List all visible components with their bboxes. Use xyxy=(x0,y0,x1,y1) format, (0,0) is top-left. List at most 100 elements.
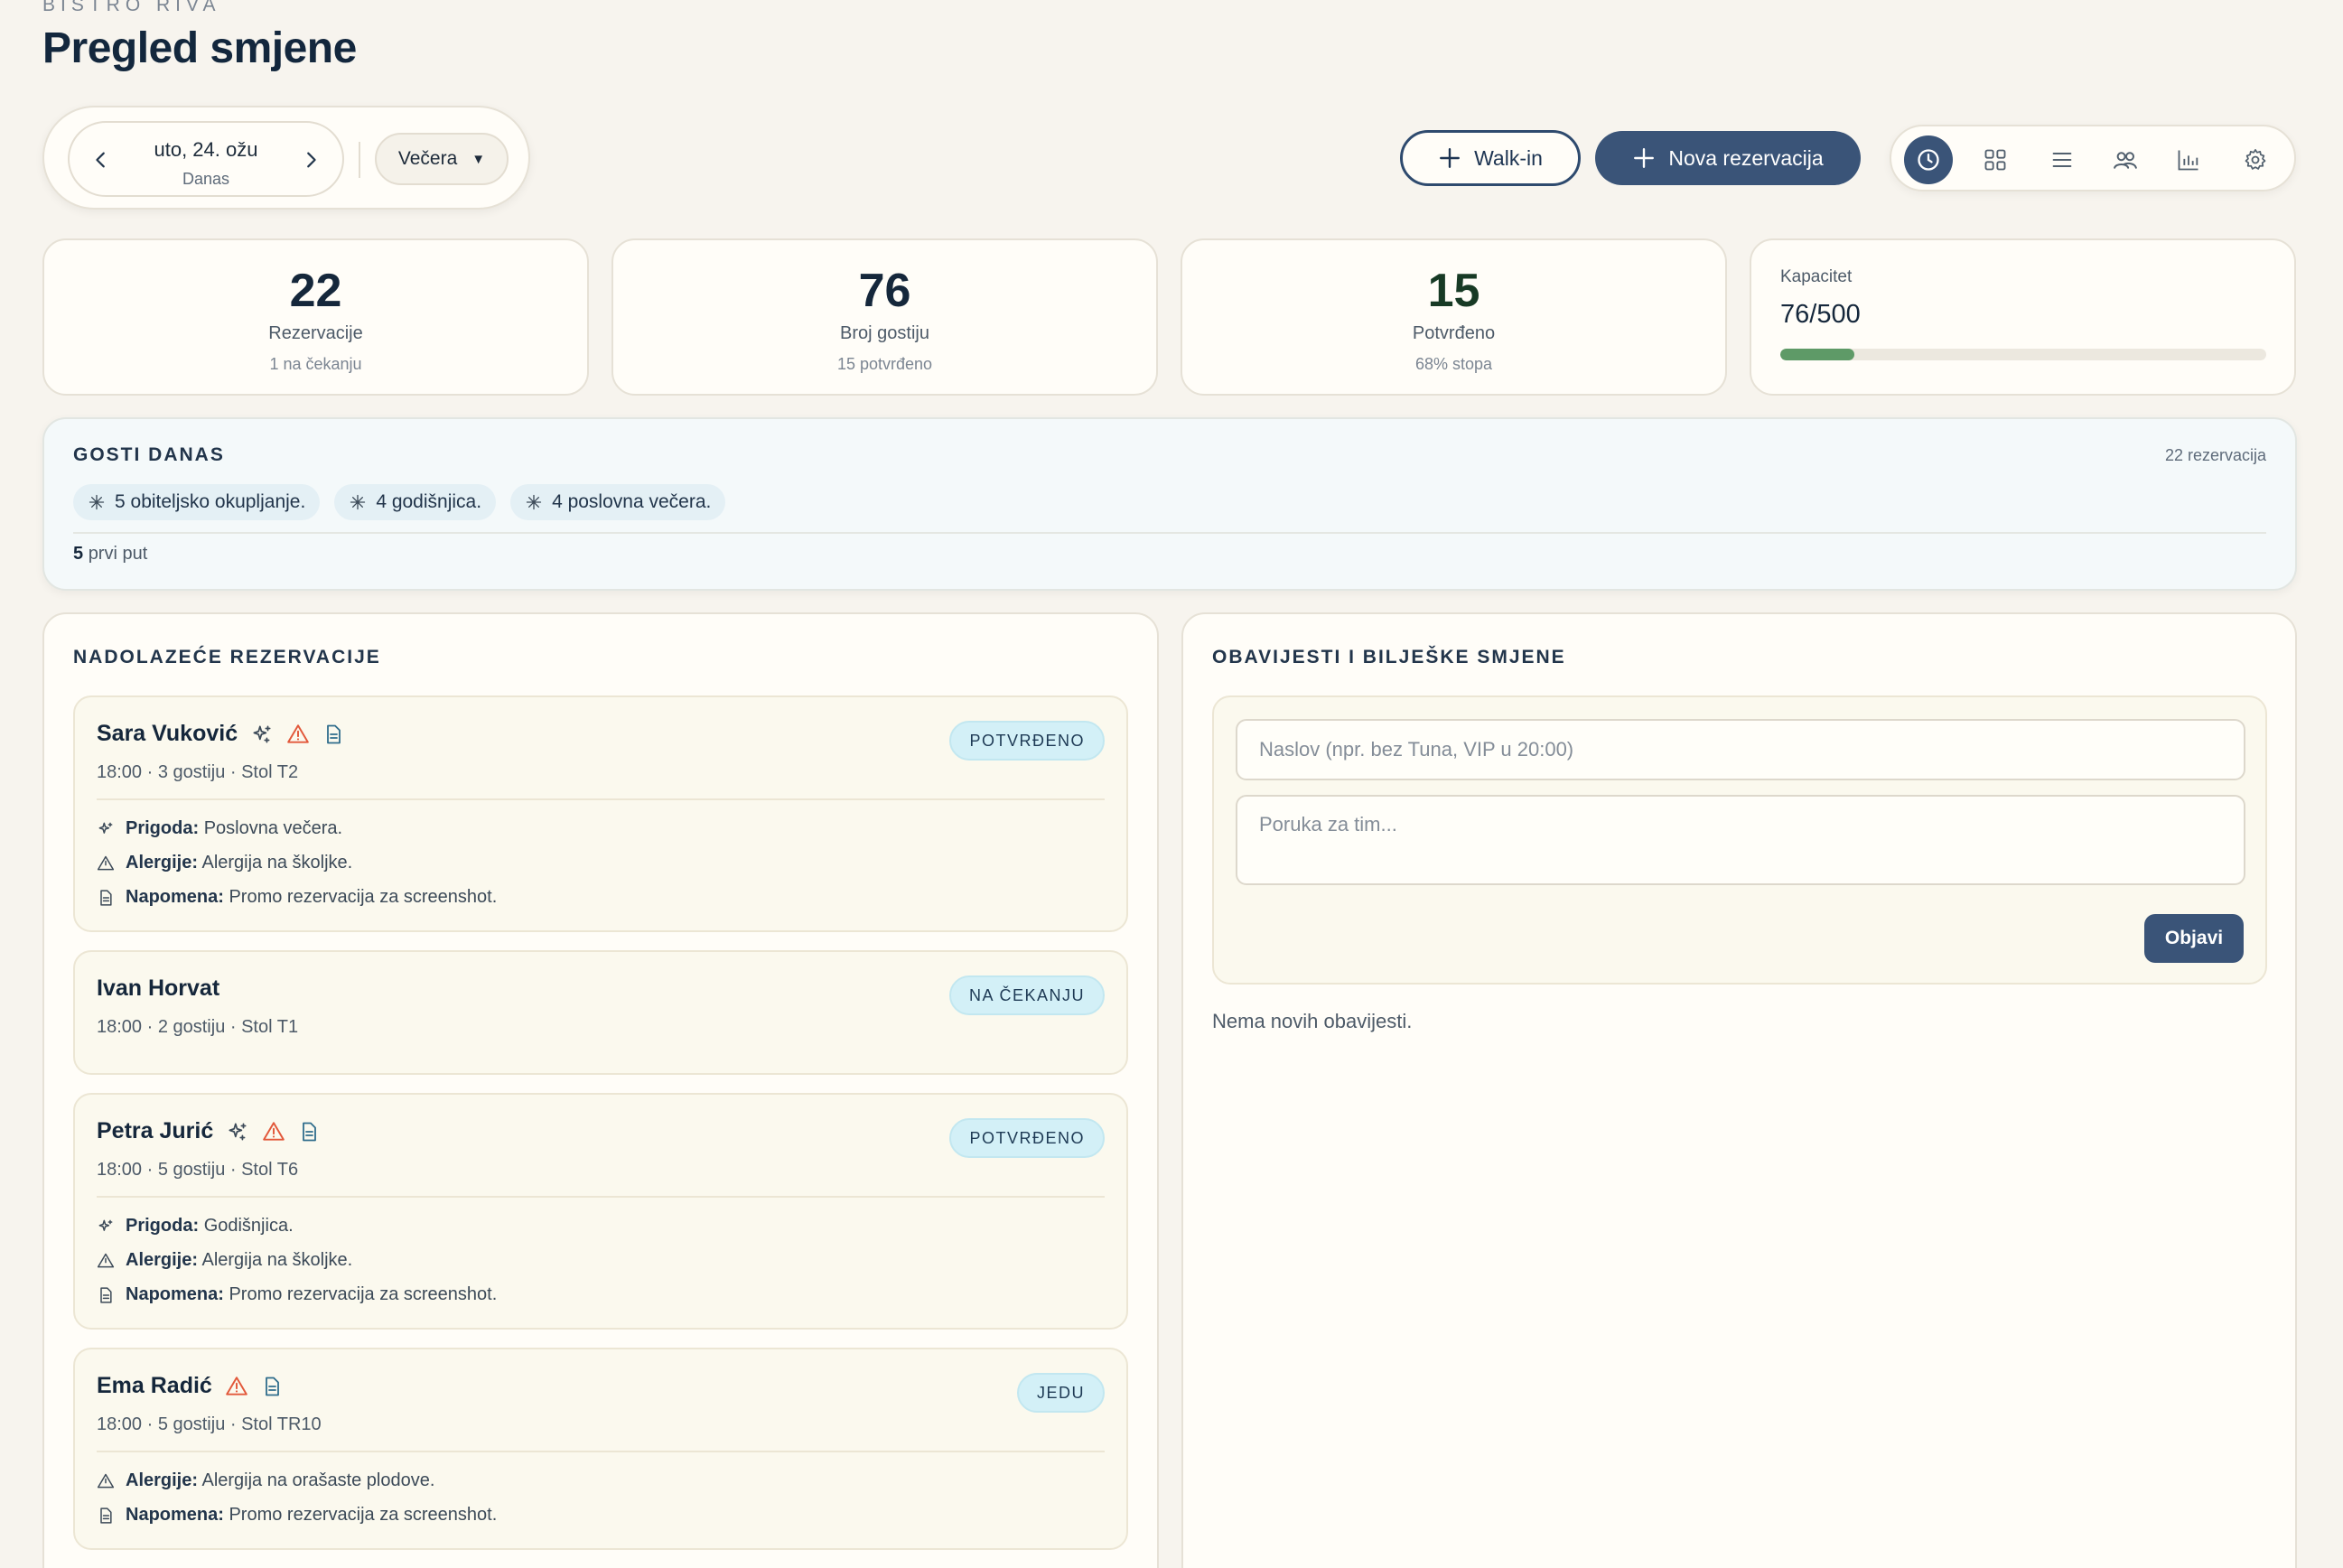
guests-today-panel: GOSTI DANAS 22 rezervacija 5 obiteljsko … xyxy=(42,417,2297,591)
status-badge: POTVRĐENO xyxy=(949,721,1105,761)
occasion-chip-label: 5 obiteljsko okupljanje. xyxy=(115,491,306,512)
date-picker[interactable]: uto, 24. ožu Danas xyxy=(68,121,344,197)
detail-label: Napomena: xyxy=(126,887,224,907)
plus-icon xyxy=(1440,148,1461,168)
empty-notes-message: Nema novih obavijesti. xyxy=(1212,1010,1413,1032)
users-icon xyxy=(2114,152,2137,169)
occasion-chip[interactable]: 5 obiteljsko okupljanje. xyxy=(73,484,321,520)
first-time-guests: 5 prvi put xyxy=(73,544,147,565)
sparkles-icon xyxy=(98,1219,113,1231)
walk-in-button[interactable]: Walk-in xyxy=(1400,130,1581,186)
plus-icon xyxy=(1634,148,1655,168)
confirmed-rate: 68% stopa xyxy=(1414,355,1493,373)
shift-select-value: Večera xyxy=(397,148,458,169)
sparkles-icon xyxy=(98,822,113,834)
occasion-chips: 5 obiteljsko okupljanje. 4 godišnjica. 4… xyxy=(73,484,726,520)
new-reservation-button[interactable]: Nova rezervacija xyxy=(1595,131,1861,185)
guests-today-count: 22 rezervacija xyxy=(2164,446,2266,464)
timeline-view-button[interactable] xyxy=(1904,135,1953,184)
brand-name: BISTRO RIVA xyxy=(42,0,221,15)
status-badge: POTVRĐENO xyxy=(949,1118,1105,1158)
reservation-card[interactable]: Sara Vuković 18:00 · 3 gostiju · Stol T2… xyxy=(73,695,1128,932)
reservations-count: 22 xyxy=(289,265,342,317)
caret-down-icon: ▼ xyxy=(471,151,486,167)
reservation-card[interactable]: Ivan Horvat 18:00 · 2 gostiju · Stol T1 … xyxy=(73,950,1128,1075)
settings-button[interactable] xyxy=(2231,135,2280,184)
note-detail: Napomena: Promo rezervacija za screensho… xyxy=(97,1505,497,1526)
gear-icon xyxy=(2245,149,2266,170)
post-note-button[interactable]: Objavi xyxy=(2144,914,2244,963)
sparkle-icon xyxy=(526,494,542,510)
reservation-card[interactable]: Petra Jurić 18:00 · 5 gostiju · Stol T6 … xyxy=(73,1093,1128,1330)
confirmed-stat-card: 15 Potvrđeno 68% stopa xyxy=(1181,238,1727,396)
list-view-button[interactable] xyxy=(2038,135,2086,184)
occasion-chip[interactable]: 4 poslovna večera. xyxy=(510,484,726,520)
shift-notes-panel: OBAVIJESTI I BILJEŠKE SMJENE Objavi Nema… xyxy=(1181,612,2297,1568)
guests-confirmed: 15 potvrđeno xyxy=(836,355,933,373)
occasion-chip[interactable]: 4 godišnjica. xyxy=(334,484,497,520)
reports-view-button[interactable] xyxy=(2164,135,2213,184)
upcoming-reservations-panel: NADOLAZEĆE REZERVACIJE Sara Vuković 18:0… xyxy=(42,612,1159,1568)
occasion-chip-label: 4 poslovna večera. xyxy=(552,491,712,512)
guests-view-button[interactable] xyxy=(2101,135,2150,184)
note-title-input[interactable] xyxy=(1236,719,2245,780)
warning-icon xyxy=(97,1473,115,1488)
floor-plan-view-button[interactable] xyxy=(1971,135,2020,184)
walk-in-label: Walk-in xyxy=(1474,145,1543,170)
guest-name: Ema Radić xyxy=(97,1373,212,1398)
note-icon xyxy=(100,1286,112,1303)
bar-chart-icon xyxy=(2178,150,2198,171)
divider xyxy=(97,1196,1105,1198)
note-icon xyxy=(265,1377,279,1395)
reservation-meta: 18:00 · 5 gostiju · Stol TR10 xyxy=(97,1414,322,1434)
divider xyxy=(359,142,360,178)
reservation-card[interactable]: Ema Radić 18:00 · 5 gostiju · Stol TR10 … xyxy=(73,1348,1128,1550)
confirmed-label: Potvrđeno xyxy=(1412,323,1496,343)
note-icon xyxy=(303,1122,317,1141)
list-icon xyxy=(2052,152,2072,168)
note-icon xyxy=(327,724,341,743)
first-time-label: prvi put xyxy=(88,544,148,564)
reservation-meta: 18:00 · 2 gostiju · Stol T1 xyxy=(97,1017,299,1037)
date-navigator: uto, 24. ožu Danas Večera ▼ xyxy=(42,106,530,210)
reservation-guest: Ema Radić xyxy=(97,1373,283,1399)
detail-value: Alergija na školjke. xyxy=(201,853,353,873)
grid-icon xyxy=(1984,149,2006,171)
note-composer: Objavi xyxy=(1212,695,2267,985)
guests-label: Broj gostiju xyxy=(840,323,929,343)
sparkle-icon xyxy=(89,494,105,510)
reservations-stat-card: 22 Rezervacije 1 na čekanju xyxy=(42,238,589,396)
detail-value: Poslovna večera. xyxy=(203,818,343,838)
detail-value: Alergija na orašaste plodove. xyxy=(201,1470,435,1490)
shift-notes-title: OBAVIJESTI I BILJEŠKE SMJENE xyxy=(1212,647,1566,667)
sparkle-icon xyxy=(350,494,366,510)
detail-value: Promo rezervacija za screenshot. xyxy=(229,887,498,907)
status-badge: NA ČEKANJU xyxy=(948,975,1105,1015)
sparkles-icon xyxy=(253,724,271,743)
reservations-pending: 1 na čekanju xyxy=(269,355,362,373)
warning-icon xyxy=(97,855,115,870)
detail-value: Godišnjica. xyxy=(203,1216,294,1236)
allergies-detail: Alergije: Alergija na školjke. xyxy=(97,1250,352,1271)
note-icon xyxy=(100,889,112,906)
note-detail: Napomena: Promo rezervacija za screensho… xyxy=(97,887,497,908)
guest-name: Sara Vuković xyxy=(97,721,238,746)
reservation-meta: 18:00 · 3 gostiju · Stol T2 xyxy=(97,762,299,782)
note-message-input[interactable] xyxy=(1236,795,2245,885)
warning-icon xyxy=(263,1121,285,1141)
next-day-button[interactable] xyxy=(292,141,330,179)
status-badge: JEDU xyxy=(1016,1373,1105,1413)
capacity-label: Kapacitet xyxy=(1780,267,1853,286)
occasion-detail: Prigoda: Godišnjica. xyxy=(97,1216,294,1237)
sparkles-icon xyxy=(229,1122,247,1141)
capacity-value: 76/500 xyxy=(1780,300,1861,329)
divider xyxy=(97,798,1105,800)
detail-label: Napomena: xyxy=(126,1284,224,1304)
detail-label: Alergije: xyxy=(126,1470,199,1490)
detail-label: Alergije: xyxy=(126,1250,199,1270)
detail-label: Prigoda: xyxy=(126,1216,200,1236)
upcoming-reservations-title: NADOLAZEĆE REZERVACIJE xyxy=(73,647,381,667)
shift-select[interactable]: Večera ▼ xyxy=(375,133,509,185)
divider xyxy=(97,1451,1105,1452)
reservations-label: Rezervacije xyxy=(268,323,363,343)
